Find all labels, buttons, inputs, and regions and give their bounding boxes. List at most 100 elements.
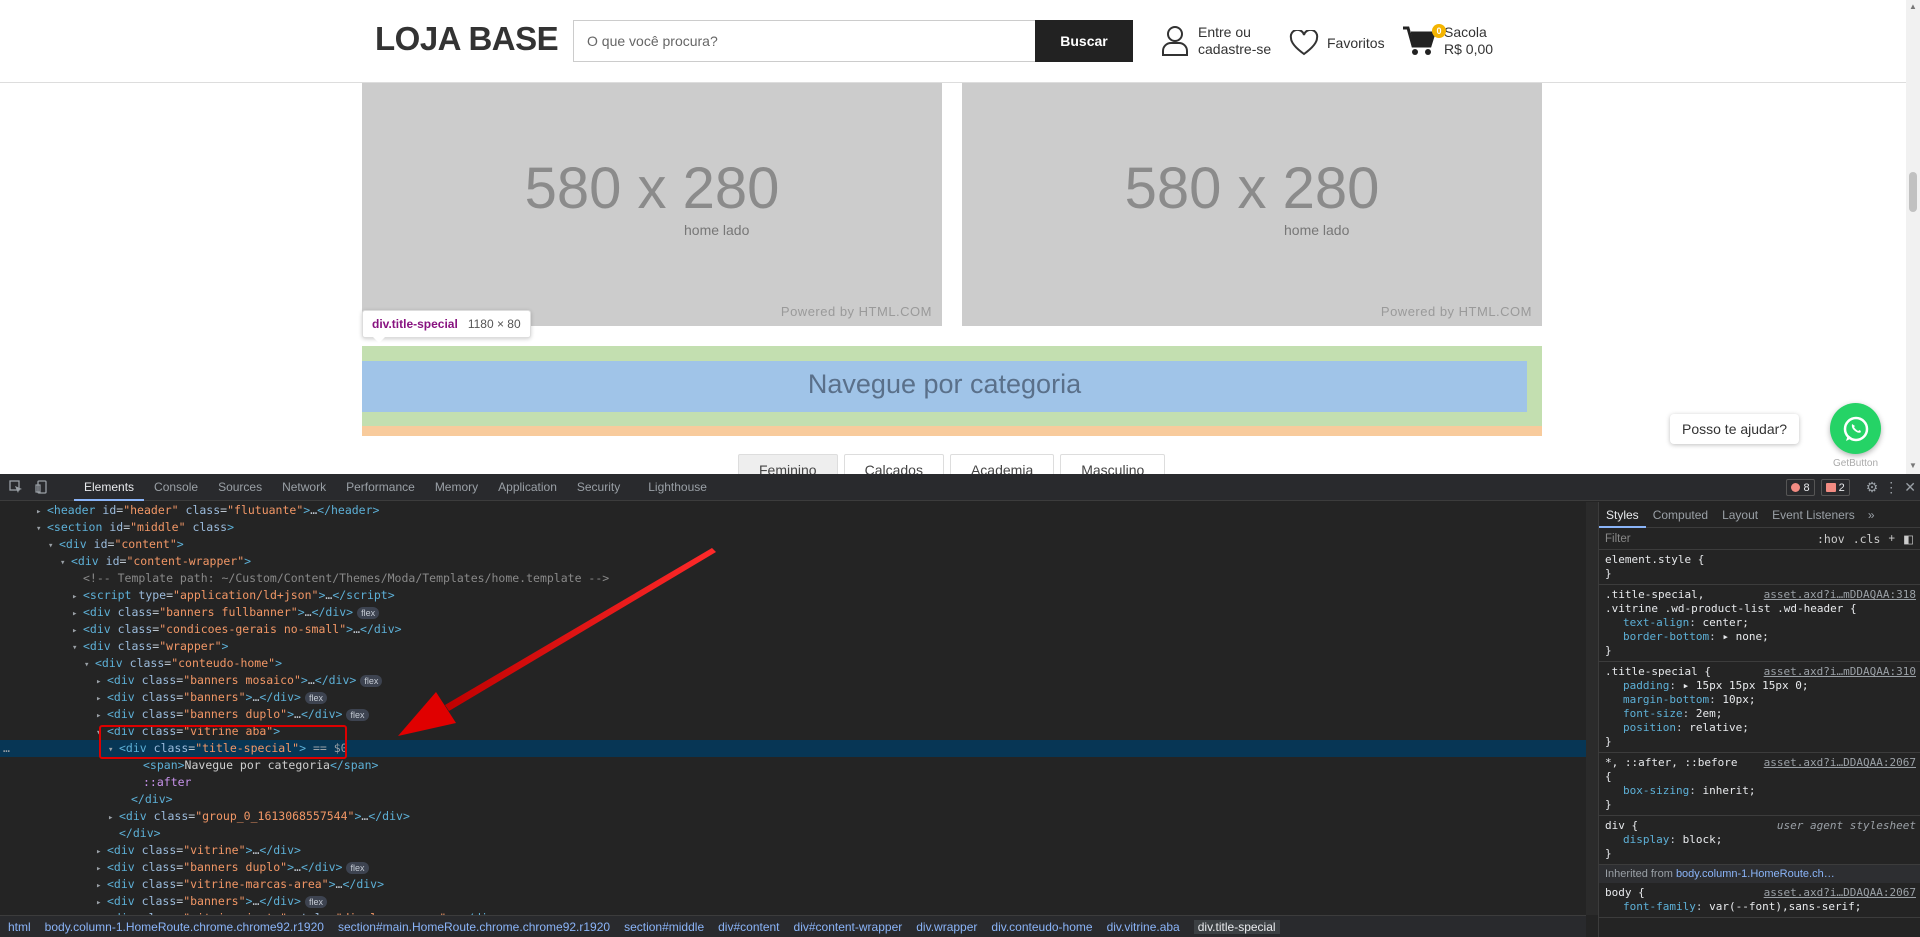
dom-node-line[interactable]: ▸ <div class="banners">…</div> flex — [0, 893, 1586, 910]
rule-source-link[interactable]: asset.axd?i…mDDAQAA:318 — [1764, 588, 1916, 602]
dom-node-line[interactable]: <span>Navegue por categoria</span> — [0, 757, 1586, 774]
tab-performance[interactable]: Performance — [336, 474, 425, 501]
rule-value[interactable]: relative; — [1689, 721, 1749, 734]
tab-calcados[interactable]: Calçados — [843, 454, 944, 474]
rule-value[interactable]: ▸ 15px 15px 15px 0; — [1683, 679, 1809, 692]
dom-node-line[interactable]: ▸ <div class="vitrine">…</div> — [0, 842, 1586, 859]
rule-source-link[interactable]: asset.axd?i…mDDAQAA:310 — [1764, 665, 1916, 679]
page-scrollbar[interactable]: ▲ ▼ — [1906, 0, 1920, 474]
breadcrumb-item[interactable]: div#content — [718, 920, 779, 934]
banner-left[interactable]: 580 x 280 home lado Powered by HTML.COM — [362, 83, 942, 326]
tab-security[interactable]: Security — [567, 474, 630, 501]
rule-declaration[interactable]: margin-bottom: 10px; — [1605, 693, 1914, 707]
tab-layout[interactable]: Layout — [1715, 502, 1765, 528]
rule-property[interactable]: box-sizing — [1605, 784, 1689, 797]
rule-source-link[interactable]: asset.axd?i…DDAQAA:2067 — [1764, 756, 1916, 770]
dom-node-line[interactable]: ▾ <div class="conteudo-home"> — [0, 655, 1586, 672]
dom-node-line[interactable]: ▸ <div class="banners mosaico">…</div> fle… — [0, 672, 1586, 689]
rule-declaration[interactable]: font-size: 2em; — [1605, 707, 1914, 721]
tab-sources[interactable]: Sources — [208, 474, 272, 501]
dom-node-line[interactable]: ▾ <section id="middle" class> — [0, 519, 1586, 536]
dom-node-line[interactable]: </div> — [0, 791, 1586, 808]
rule-selector[interactable]: { — [1605, 770, 1914, 784]
rule-value[interactable]: 2em; — [1696, 707, 1723, 720]
tab-lighthouse[interactable]: Lighthouse — [638, 474, 717, 501]
styles-filter-input[interactable]: Filter — [1605, 533, 1817, 545]
breadcrumb-item[interactable]: div.wrapper — [916, 920, 977, 934]
tab-academia[interactable]: Academia — [949, 454, 1055, 474]
rule-property[interactable]: font-size — [1605, 707, 1683, 720]
whatsapp-bubble[interactable]: Posso te ajudar? — [1670, 414, 1800, 444]
dom-tree-scrollbar[interactable] — [1586, 502, 1598, 915]
dom-node-line[interactable]: ▸ <header id="header" class="flutuante">…… — [0, 502, 1586, 519]
device-toolbar-icon[interactable] — [32, 477, 52, 497]
rule-property[interactable]: font-family — [1605, 900, 1696, 913]
error-counter[interactable]: 8 — [1786, 479, 1815, 496]
inherited-from-link[interactable]: body.column-1.HomeRoute.ch… — [1676, 868, 1835, 880]
rule-property[interactable]: padding — [1605, 679, 1669, 692]
settings-gear-icon[interactable]: ⚙ — [1866, 479, 1879, 496]
scroll-down-icon[interactable]: ▼ — [1909, 461, 1917, 471]
rule-value[interactable]: ▸ none; — [1722, 630, 1768, 643]
tab-masculino[interactable]: Masculino — [1060, 454, 1166, 474]
rule-property[interactable]: text-align — [1605, 616, 1689, 629]
tab-application[interactable]: Application — [488, 474, 567, 501]
dom-tree[interactable]: ▸ <header id="header" class="flutuante">…… — [0, 502, 1586, 915]
search-button[interactable]: Buscar — [1035, 20, 1133, 62]
rule-property[interactable]: margin-bottom — [1605, 693, 1709, 706]
node-actions-icon[interactable]: … — [3, 740, 10, 757]
dom-node-line[interactable]: ▸ <div class="banners duplo">…</div> flex — [0, 859, 1586, 876]
cart-link[interactable]: Sacola R$ 0,00 — [1402, 24, 1493, 58]
rule-declaration[interactable]: padding: ▸ 15px 15px 15px 0; — [1605, 679, 1914, 693]
rule-property[interactable]: border-bottom — [1605, 630, 1709, 643]
rule-value[interactable]: var(--font),sans-serif; — [1709, 900, 1861, 913]
cls-toggle[interactable]: .cls — [1853, 532, 1881, 546]
scrollbar-thumb[interactable] — [1909, 172, 1917, 212]
tab-computed[interactable]: Computed — [1646, 502, 1715, 528]
breadcrumb-item[interactable]: body.column-1.HomeRoute.chrome.chrome92.… — [45, 920, 324, 934]
dom-node-line[interactable]: </div> — [0, 825, 1586, 842]
rule-declaration[interactable]: box-sizing: inherit; — [1605, 784, 1914, 798]
new-rule-icon[interactable]: + — [1888, 533, 1895, 545]
rule-property[interactable]: display — [1605, 833, 1669, 846]
rule-property[interactable]: position — [1605, 721, 1676, 734]
breadcrumb-item[interactable]: div.conteudo-home — [991, 920, 1092, 934]
dom-node-line[interactable]: ▸ <div class="vitrine-marcas-area">…</div… — [0, 876, 1586, 893]
breadcrumb-item[interactable]: section#middle — [624, 920, 704, 934]
toggle-sidebar-icon[interactable]: ◧ — [1903, 532, 1914, 546]
account-link[interactable]: Entre ou cadastre-se — [1160, 24, 1271, 58]
favorites-link[interactable]: Favoritos — [1289, 30, 1385, 56]
dom-node-line[interactable]: ▾ <div id="content"> — [0, 536, 1586, 553]
rule-source-link[interactable]: asset.axd?i…DDAQAA:2067 — [1764, 886, 1916, 900]
dom-node-line[interactable]: ::after — [0, 774, 1586, 791]
store-logo[interactable]: LOJA BASE — [375, 20, 559, 58]
more-tabs-icon[interactable]: » — [1868, 508, 1875, 522]
dom-node-line[interactable]: ▸ <div class="banners">…</div> flex — [0, 689, 1586, 706]
scroll-up-icon[interactable]: ▲ — [1909, 2, 1917, 12]
dom-node-line[interactable]: ▸ <div class="banners duplo">…</div> flex — [0, 706, 1586, 723]
tab-elements[interactable]: Elements — [74, 474, 145, 501]
rule-value[interactable]: 10px; — [1722, 693, 1755, 706]
rule-value[interactable]: block; — [1683, 833, 1723, 846]
dom-node-line[interactable]: ▾ <div id="content-wrapper"> — [0, 553, 1586, 570]
hov-toggle[interactable]: :hov — [1817, 532, 1845, 546]
breadcrumb-item[interactable]: div.title-special — [1193, 919, 1280, 934]
rule-declaration[interactable]: border-bottom: ▸ none; — [1605, 630, 1914, 644]
breadcrumb-item[interactable]: section#main.HomeRoute.chrome.chrome92.r… — [338, 920, 610, 934]
tab-styles[interactable]: Styles — [1599, 502, 1646, 528]
dom-node-line[interactable]: ▸ <div class="group_0_1613068557544">…</d… — [0, 808, 1586, 825]
dom-node-line[interactable]: ▸ <div class="condicoes-gerais no-small">… — [0, 621, 1586, 638]
rule-value[interactable]: inherit; — [1702, 784, 1755, 797]
inspect-element-icon[interactable] — [6, 477, 26, 497]
issue-counter[interactable]: 2 — [1820, 479, 1850, 496]
rule-declaration[interactable]: text-align: center; — [1605, 616, 1914, 630]
whatsapp-button[interactable] — [1830, 403, 1881, 454]
tab-network[interactable]: Network — [272, 474, 336, 501]
rule-declaration[interactable]: display: block; — [1605, 833, 1914, 847]
dom-node-line[interactable]: ▾ <div class="wrapper"> — [0, 638, 1586, 655]
tab-event-listeners[interactable]: Event Listeners — [1765, 502, 1862, 528]
breadcrumb-item[interactable]: html — [8, 920, 31, 934]
rule-selector[interactable]: .vitrine .wd-product-list .wd-header { — [1605, 602, 1914, 616]
dom-node-line[interactable]: ▸ <div class="banners fullbanner">…</div>… — [0, 604, 1586, 621]
dom-node-line[interactable]: <!-- Template path: ~/Custom/Content/The… — [0, 570, 1586, 587]
